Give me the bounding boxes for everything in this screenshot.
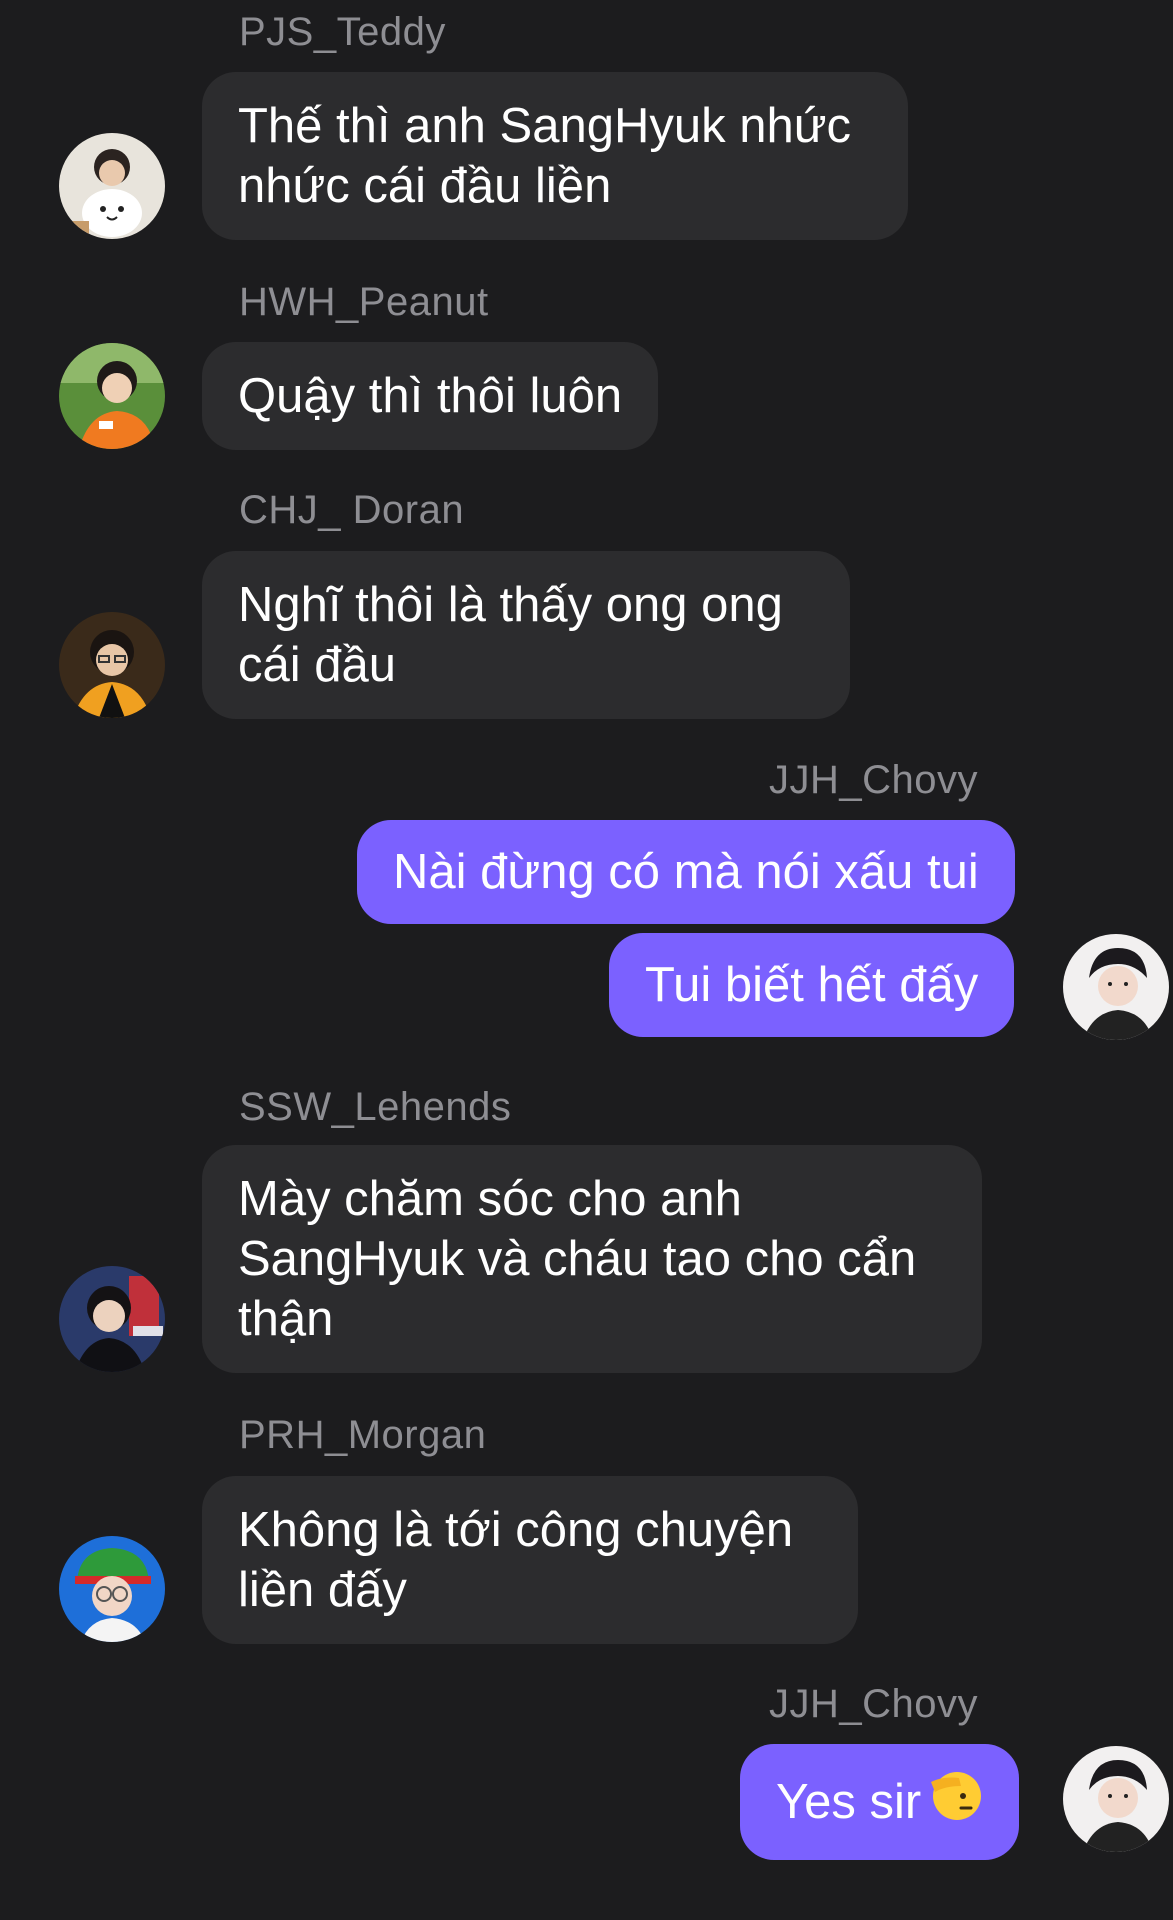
message-line: cái đầu [238, 638, 397, 692]
message-line: Tui biết hết đấy [645, 958, 979, 1012]
avatar-chovy-icon[interactable] [1063, 1746, 1169, 1852]
message-bubble[interactable]: Mày chăm sóc cho anh SangHyuk và cháu tao… [202, 1145, 982, 1373]
avatar-teddy-icon[interactable] [59, 133, 165, 239]
message-line: liền đấy [238, 1563, 407, 1617]
message-line: Quậy thì thôi luôn [238, 369, 623, 423]
message-bubble-outgoing[interactable]: Nài đừng có mà nói xấu tui [357, 820, 1015, 924]
message-bubble[interactable]: Quậy thì thôi luôn [202, 342, 659, 450]
avatar-peanut-icon[interactable] [59, 343, 165, 449]
sender-name: HWH_Peanut [239, 280, 489, 324]
message-line: SangHyuk và cháu tao cho cẩn [238, 1232, 917, 1286]
sender-name: JJH_Chovy [769, 758, 979, 802]
message-line: Yes sir [776, 1775, 922, 1829]
message-line: thận [238, 1292, 334, 1346]
sender-name: SSW_Lehends [239, 1085, 512, 1129]
sender-name: PRH_Morgan [239, 1413, 487, 1457]
message-bubble[interactable]: Không là tới công chuyện liền đấy [202, 1476, 858, 1644]
message-line: Nài đừng có mà nói xấu tui [393, 845, 979, 899]
message-line: Không là tới công chuyện [238, 1503, 794, 1557]
avatar-doran-icon[interactable] [59, 612, 165, 718]
message-line: Thế thì anh SangHyuk nhức [238, 99, 852, 153]
avatar-lehends-icon[interactable] [59, 1266, 165, 1372]
message-line: Mày chăm sóc cho anh [238, 1172, 742, 1226]
sender-name: CHJ_ Doran [239, 488, 465, 532]
sender-name: JJH_Chovy [769, 1682, 979, 1726]
message-line: Nghĩ thôi là thấy ong ong [238, 578, 783, 632]
message-bubble[interactable]: Thế thì anh SangHyuk nhức nhức cái đầu li… [202, 72, 908, 240]
message-bubble-outgoing[interactable]: Yes sir [740, 1744, 1020, 1860]
saluting-face-icon [925, 1766, 983, 1838]
sender-name: PJS_Teddy [239, 10, 446, 54]
avatar-chovy-icon[interactable] [1063, 934, 1169, 1040]
message-bubble[interactable]: Nghĩ thôi là thấy ong ong cái đầu [202, 551, 850, 719]
message-bubble-outgoing[interactable]: Tui biết hết đấy [609, 933, 1015, 1037]
message-line: nhức cái đầu liền [238, 159, 612, 213]
avatar-morgan-icon[interactable] [59, 1536, 165, 1642]
